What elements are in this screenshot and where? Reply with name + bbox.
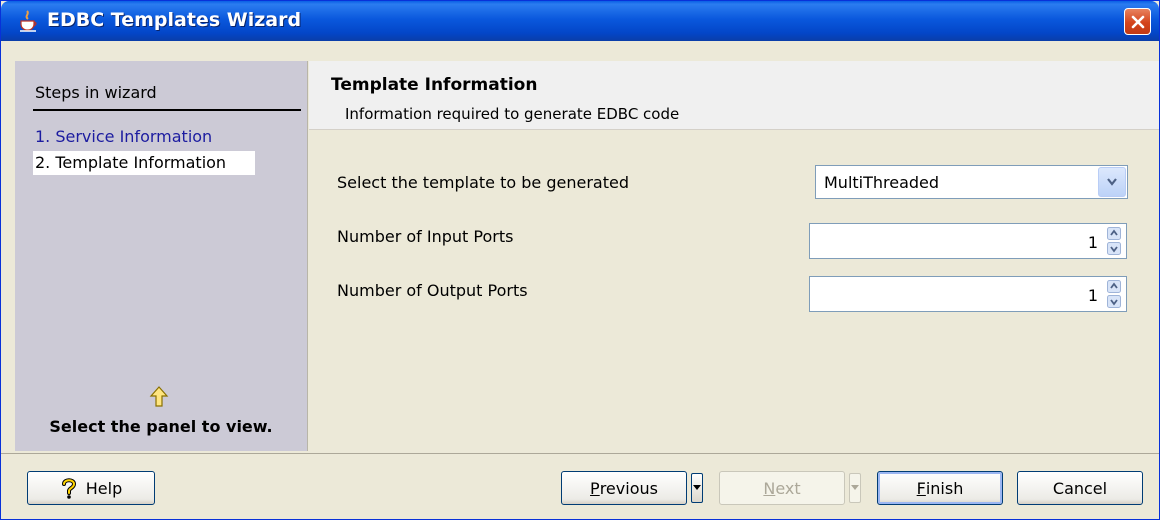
template-select-value: MultiThreaded <box>824 173 940 192</box>
up-arrow-icon <box>149 385 169 409</box>
spin-up-icon[interactable] <box>1107 280 1121 293</box>
steps-divider <box>33 109 301 111</box>
split-arrow-icon <box>693 485 701 490</box>
input-ports-spinner[interactable]: 1 <box>809 223 1127 259</box>
sidebar-hint: Select the panel to view. <box>49 417 273 436</box>
window-title: EDBC Templates Wizard <box>47 9 302 31</box>
java-cup-icon <box>17 10 39 32</box>
finish-mnemonic: F <box>916 478 926 498</box>
split-arrow-icon <box>851 485 859 490</box>
finish-button[interactable]: Finish <box>877 471 1003 505</box>
spin-down-icon[interactable] <box>1107 242 1121 255</box>
output-ports-spin-buttons[interactable] <box>1104 280 1124 308</box>
output-ports-value[interactable]: 1 <box>1088 286 1098 305</box>
footer-divider <box>1 453 1159 454</box>
chevron-down-icon <box>1107 178 1117 186</box>
page-subtitle: Information required to generate EDBC co… <box>345 105 680 123</box>
template-label: Select the template to be generated <box>337 173 629 192</box>
page-header: Template Information Information require… <box>309 61 1159 130</box>
spin-down-icon[interactable] <box>1107 295 1121 308</box>
previous-label: revious <box>599 478 658 498</box>
output-ports-label: Number of Output Ports <box>337 281 528 300</box>
help-button[interactable]: Help <box>27 471 155 505</box>
previous-mnemonic: P <box>590 478 600 498</box>
input-ports-value[interactable]: 1 <box>1088 233 1098 252</box>
spin-up-icon[interactable] <box>1107 227 1121 240</box>
page-title: Template Information <box>331 75 538 95</box>
previous-history-dropdown[interactable] <box>691 473 703 503</box>
previous-button[interactable]: Previous <box>561 471 687 505</box>
form-panel: Select the template to be generated Mult… <box>309 131 1159 451</box>
cancel-label: Cancel <box>1052 478 1108 498</box>
next-history-dropdown[interactable] <box>849 473 861 503</box>
step-template-information[interactable]: 2. Template Information <box>33 151 255 175</box>
input-ports-spin-buttons[interactable] <box>1104 227 1124 255</box>
cancel-button[interactable]: Cancel <box>1017 471 1143 505</box>
close-icon <box>1131 15 1144 28</box>
output-ports-spinner[interactable]: 1 <box>809 276 1127 312</box>
help-button-label: Help <box>85 478 123 498</box>
wizard-window: EDBC Templates Wizard Steps in wizard 1.… <box>0 0 1160 520</box>
next-button[interactable]: Next <box>719 471 845 505</box>
step-service-information[interactable]: 1. Service Information <box>33 125 216 149</box>
close-button[interactable] <box>1124 8 1151 35</box>
steps-title: Steps in wizard <box>35 83 157 102</box>
template-dropdown-button[interactable] <box>1098 167 1126 197</box>
title-bar[interactable]: EDBC Templates Wizard <box>1 1 1159 41</box>
input-ports-label: Number of Input Ports <box>337 227 514 246</box>
next-mnemonic: N <box>763 478 776 498</box>
help-icon <box>61 478 76 499</box>
template-select[interactable]: MultiThreaded <box>815 165 1128 199</box>
next-label: ext <box>775 478 801 498</box>
steps-sidebar: Steps in wizard 1. Service Information 2… <box>15 61 308 451</box>
finish-label: inish <box>925 478 964 498</box>
